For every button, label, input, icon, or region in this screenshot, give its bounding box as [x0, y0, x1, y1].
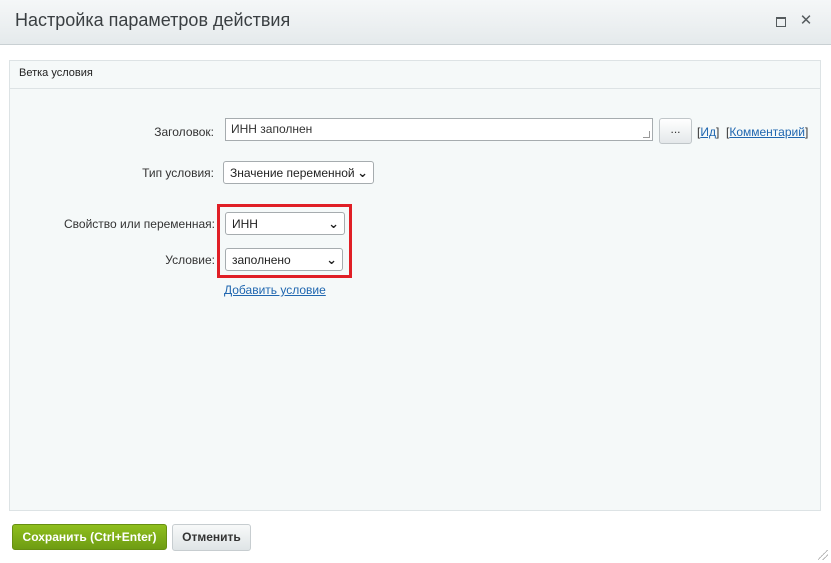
panel-header-label: Ветка условия — [19, 67, 93, 79]
textarea-resize-icon[interactable] — [643, 131, 650, 138]
chevron-down-icon: ⌄ — [357, 165, 368, 180]
dialog-titlebar: Настройка параметров действия ✕ — [0, 0, 831, 45]
close-icon[interactable]: ✕ — [799, 13, 813, 28]
comment-link-wrapper: [Комментарий] — [726, 125, 809, 139]
add-condition-link[interactable]: Добавить условие — [224, 283, 326, 297]
condition-type-value: Значение переменной — [230, 166, 355, 180]
cancel-button[interactable]: Отменить — [172, 524, 251, 551]
browse-button[interactable]: ... — [659, 118, 692, 144]
dialog-title: Настройка параметров действия — [15, 10, 291, 30]
comment-link[interactable]: Комментарий — [729, 125, 805, 139]
title-input-value: ИНН заполнен — [231, 122, 313, 136]
highlight-box — [217, 204, 352, 278]
property-label: Свойство или переменная: — [64, 217, 215, 231]
condition-type-select[interactable]: Значение переменной ⌄ — [223, 161, 374, 184]
title-input[interactable]: ИНН заполнен — [225, 118, 653, 141]
condition-type-label: Тип условия: — [142, 166, 214, 180]
condition-label: Условие: — [165, 253, 215, 267]
save-button[interactable]: Сохранить (Ctrl+Enter) — [12, 524, 167, 550]
id-link-wrapper: [Ид] — [697, 125, 720, 139]
maximize-icon[interactable] — [774, 14, 788, 28]
dialog-resize-icon[interactable] — [818, 550, 828, 560]
panel-header: Ветка условия — [10, 61, 820, 89]
title-label: Заголовок: — [154, 125, 214, 139]
id-link[interactable]: Ид — [700, 125, 716, 139]
